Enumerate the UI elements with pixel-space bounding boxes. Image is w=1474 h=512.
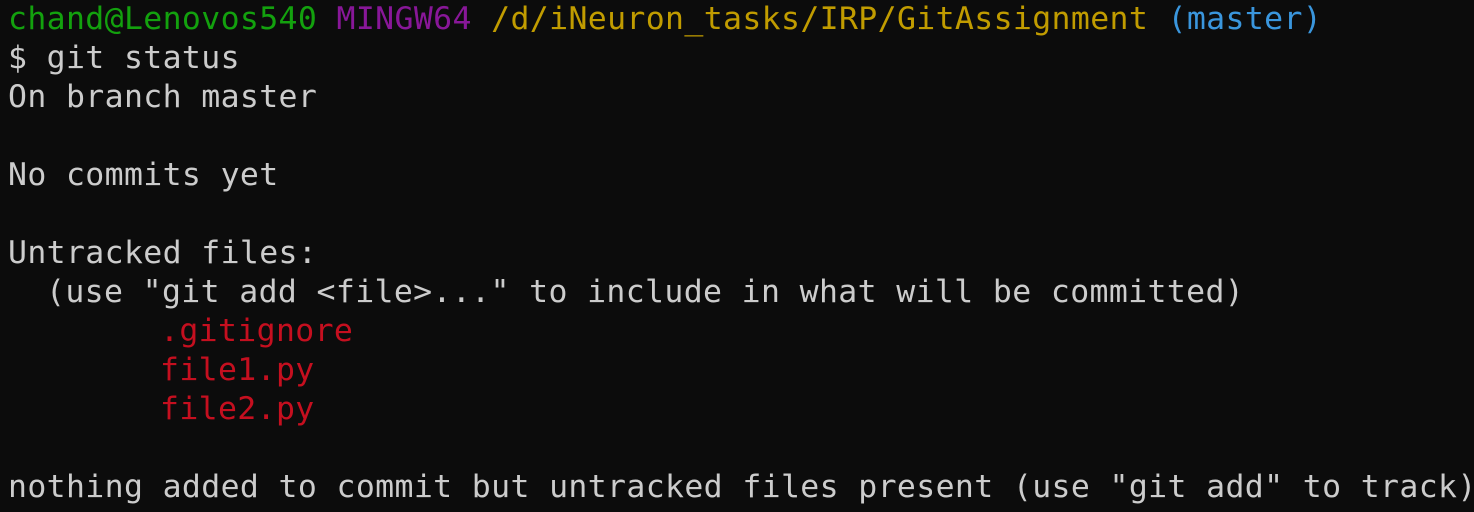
branch-status-line: On branch master: [8, 79, 318, 115]
terminal-window[interactable]: chand@Lenovos540 MINGW64 /d/iNeuron_task…: [8, 0, 1474, 512]
summary-line: nothing added to commit but untracked fi…: [8, 469, 1474, 505]
prompt-msystem: MINGW64: [336, 1, 472, 37]
prompt-user-host: chand@Lenovos540: [8, 1, 318, 37]
untracked-header: Untracked files:: [8, 235, 318, 271]
prompt-branch: (master): [1167, 1, 1323, 37]
commits-status-line: No commits yet: [8, 157, 279, 193]
untracked-file: file1.py: [160, 352, 315, 388]
prompt-path: /d/iNeuron_tasks/IRP/GitAssignment: [491, 1, 1149, 37]
prompt-line: chand@Lenovos540 MINGW64 /d/iNeuron_task…: [8, 0, 1474, 39]
untracked-file: .gitignore: [160, 313, 354, 349]
untracked-hint: (use "git add <file>..." to include in w…: [46, 274, 1245, 310]
untracked-file: file2.py: [160, 391, 315, 427]
command-line: $ git status: [8, 40, 240, 76]
